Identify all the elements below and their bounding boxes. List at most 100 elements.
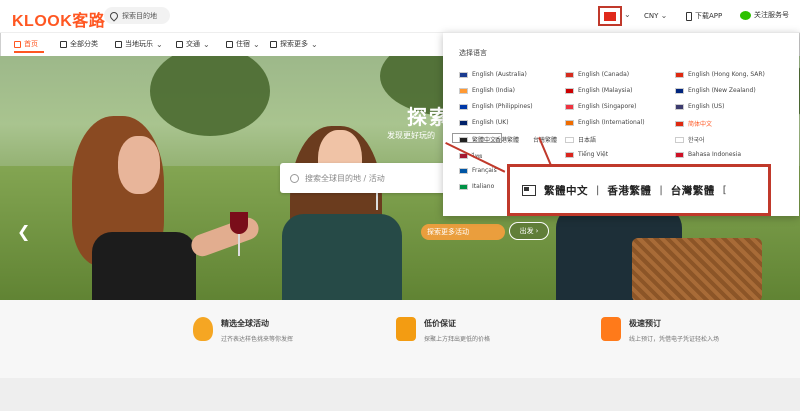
language-option[interactable]: Tiếng Việt bbox=[565, 151, 608, 158]
language-label: English (Canada) bbox=[578, 71, 630, 78]
chevron-down-icon: ⌄ bbox=[311, 39, 318, 49]
language-option[interactable]: Bahasa Indonesia bbox=[675, 151, 741, 158]
flag-icon bbox=[459, 103, 468, 110]
nav-item-explore[interactable]: 探索更多 ⌄ bbox=[270, 39, 318, 49]
flag-icon bbox=[675, 136, 684, 143]
language-label: English (India) bbox=[472, 87, 515, 94]
carousel-prev-icon[interactable]: ❮ bbox=[17, 222, 30, 241]
feature-title: 低价保证 bbox=[424, 319, 456, 328]
chevron-down-icon: ⌄ bbox=[156, 39, 163, 49]
callout-separator: | bbox=[596, 184, 600, 196]
feature-title: 精选全球活动 bbox=[221, 319, 269, 328]
bottom-strip bbox=[0, 378, 800, 411]
nav-item-transport[interactable]: 交通 ⌄ bbox=[176, 39, 210, 49]
language-option[interactable]: English (New Zealand) bbox=[675, 87, 756, 94]
feature-global-activities: 精选全球活动过齐表达样色挑来等你发挥 bbox=[193, 317, 293, 343]
language-label: Français bbox=[472, 167, 497, 174]
nav-item-label: 住宿 bbox=[236, 40, 250, 48]
language-option[interactable]: English (Hong Kong, SAR) bbox=[675, 71, 765, 78]
download-app-link[interactable]: 下载APP bbox=[686, 11, 722, 21]
explore-go-button[interactable]: 出发 › bbox=[509, 222, 549, 240]
flag-icon bbox=[565, 103, 574, 110]
nav-item-all-categories[interactable]: 全部分类 bbox=[60, 39, 98, 49]
chevron-down-icon: ⌄ bbox=[660, 11, 668, 20]
language-option[interactable]: 简体中文 bbox=[675, 119, 712, 128]
highlight-box bbox=[452, 133, 502, 143]
language-option[interactable]: English (India) bbox=[459, 87, 515, 94]
nav-item-label: 交通 bbox=[186, 40, 200, 48]
language-option[interactable]: English (US) bbox=[675, 103, 724, 110]
destination-label: 探索目的地 bbox=[122, 11, 157, 20]
lightning-phone-icon bbox=[601, 317, 621, 341]
nav-item-home[interactable]: 首页 bbox=[14, 39, 38, 49]
language-option[interactable]: English (Australia) bbox=[459, 71, 527, 78]
wine-glass-stem bbox=[238, 234, 240, 256]
language-option[interactable]: Italiano bbox=[459, 183, 494, 190]
search-placeholder: 搜索全球目的地 / 活动 bbox=[305, 173, 385, 183]
flag-icon bbox=[459, 167, 468, 174]
balloon-icon bbox=[193, 317, 213, 341]
language-option[interactable]: English (International) bbox=[565, 119, 645, 126]
language-label: 한국어 bbox=[688, 137, 705, 144]
wechat-follow-link[interactable]: 关注服务号 bbox=[740, 10, 789, 20]
flag-icon bbox=[565, 119, 574, 126]
language-label: 台灣繁體 bbox=[533, 137, 558, 144]
language-option[interactable]: English (Canada) bbox=[565, 71, 629, 78]
location-pin-icon bbox=[108, 9, 120, 22]
go-label: 出发 bbox=[519, 227, 534, 235]
wechat-icon bbox=[740, 10, 751, 20]
callout-trailing-mark: [ bbox=[722, 184, 727, 196]
callout-traditional-chinese[interactable]: 繁體中文 bbox=[544, 183, 588, 198]
wechat-label: 关注服务号 bbox=[754, 11, 789, 19]
hero-search-input[interactable]: 搜索全球目的地 / 活动 bbox=[280, 163, 448, 193]
search-icon bbox=[290, 173, 299, 183]
feature-desc: 过齐表达样色挑来等你发挥 bbox=[221, 336, 294, 343]
arrow-right-icon: › bbox=[535, 227, 539, 235]
nav-item-local-fun[interactable]: 当地玩乐 ⌄ bbox=[115, 39, 163, 49]
flag-icon bbox=[565, 71, 574, 78]
china-flag-icon bbox=[604, 11, 616, 21]
nav-item-label: 全部分类 bbox=[70, 40, 98, 48]
features-bar: 精选全球活动 过齐表达样色挑来等你发挥 低价保证 探聚上方拜出更低的价格 极速预订线… bbox=[0, 300, 800, 378]
flag-icon bbox=[459, 183, 468, 190]
feature-desc: 探聚上方拜出更低的价格 bbox=[424, 336, 491, 343]
language-option[interactable]: English (UK) bbox=[459, 119, 509, 126]
flag-icon bbox=[459, 71, 468, 78]
chevron-down-icon[interactable]: ⌄ bbox=[624, 10, 631, 19]
language-label: English (Singapore) bbox=[578, 103, 637, 110]
flag-icon bbox=[459, 119, 468, 126]
language-label: English (International) bbox=[578, 119, 645, 126]
language-option[interactable]: 日本語 bbox=[565, 135, 596, 144]
flag-icon bbox=[675, 71, 684, 78]
klook-logo[interactable]: KLOOK客路 bbox=[12, 7, 105, 31]
language-flag-button[interactable] bbox=[598, 6, 622, 26]
nav-item-label: 当地玩乐 bbox=[125, 40, 153, 48]
woman-center-body bbox=[282, 214, 402, 300]
language-option[interactable]: English (Malaysia) bbox=[565, 87, 632, 94]
language-option[interactable]: English (Philippines) bbox=[459, 103, 533, 110]
nav-item-hotels[interactable]: 住宿 ⌄ bbox=[226, 39, 260, 49]
wine-glass-left bbox=[230, 212, 248, 234]
language-label: Tiếng Việt bbox=[578, 151, 609, 158]
taiwan-flag-icon bbox=[522, 184, 536, 196]
language-label: English (Philippines) bbox=[472, 103, 533, 110]
flag-icon bbox=[565, 151, 574, 158]
language-label: Italiano bbox=[472, 183, 495, 190]
active-tab-indicator bbox=[14, 51, 44, 53]
currency-label: CNY bbox=[644, 12, 659, 20]
picnic-basket bbox=[632, 238, 762, 300]
language-option[interactable]: 한국어 bbox=[675, 135, 705, 144]
language-option[interactable]: Français bbox=[459, 167, 497, 174]
language-label: 简体中文 bbox=[688, 121, 713, 128]
destination-search[interactable]: 探索目的地 bbox=[104, 7, 170, 24]
language-option[interactable]: English (Singapore) bbox=[565, 103, 637, 110]
callout-hongkong-traditional[interactable]: 香港繁體 bbox=[607, 183, 651, 198]
callout-separator: | bbox=[659, 184, 663, 196]
callout-taiwan-traditional[interactable]: 台灣繁體 bbox=[671, 183, 715, 198]
feature-title: 极速预订 bbox=[629, 319, 661, 328]
language-option[interactable]: 台灣繁體 bbox=[533, 135, 557, 144]
flag-icon bbox=[675, 103, 684, 110]
language-label: Bahasa Indonesia bbox=[688, 151, 741, 158]
language-label: English (Malaysia) bbox=[578, 87, 633, 94]
currency-selector[interactable]: CNY ⌄ bbox=[644, 11, 667, 20]
